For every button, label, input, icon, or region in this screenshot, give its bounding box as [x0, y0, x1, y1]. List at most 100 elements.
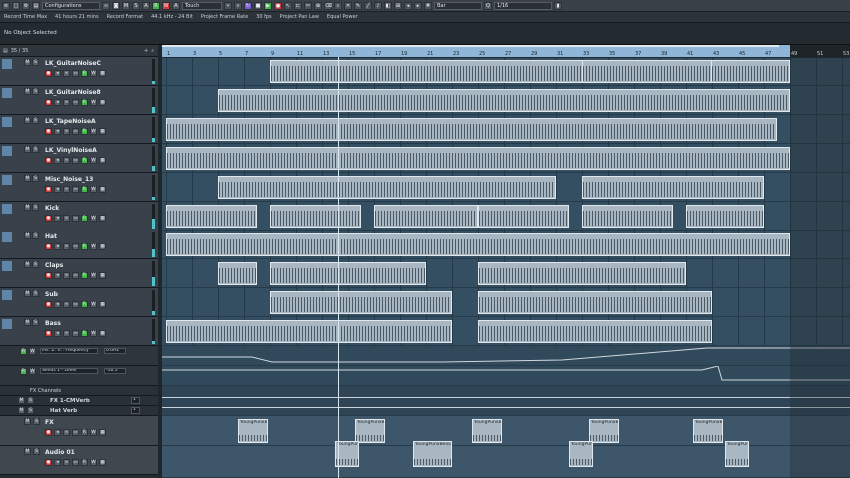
read-automation-button[interactable]: R — [81, 70, 88, 77]
record-enable-button[interactable]: ● — [45, 429, 52, 436]
track-select-handle[interactable] — [2, 319, 12, 329]
mute-button[interactable]: M — [24, 319, 31, 326]
audio-event[interactable] — [374, 205, 478, 228]
layout-icon[interactable]: ▤ — [32, 1, 40, 10]
edit-channel-button[interactable]: ▦ — [99, 301, 106, 308]
mute-button[interactable]: M — [24, 261, 31, 268]
project-cursor[interactable] — [338, 57, 339, 478]
link-icon[interactable]: ∞ — [63, 128, 70, 135]
read-automation-button[interactable]: R — [20, 368, 27, 375]
write-automation-button[interactable]: W — [90, 186, 97, 193]
write-automation-button[interactable]: W — [90, 243, 97, 250]
lock-icon[interactable]: ▭ — [72, 459, 79, 466]
nudge-icon[interactable]: ◂ — [404, 1, 412, 10]
track-name[interactable]: Audio 01 — [45, 449, 75, 456]
track-name[interactable]: LK_VinylNoiseA — [45, 147, 97, 154]
write-automation-button[interactable]: W — [90, 128, 97, 135]
solo-button[interactable]: S — [32, 232, 39, 239]
monitor-button[interactable]: ◂ — [54, 272, 61, 279]
audio-event[interactable] — [582, 176, 764, 199]
track-row[interactable]: M S Claps ● ◂ ∞ ▭ R W ▦ — [0, 259, 158, 288]
mute-button[interactable]: M — [24, 117, 31, 124]
track-row[interactable]: M S Misc_Noise_13 ● ◂ ∞ ▭ R W ▦ — [0, 173, 158, 202]
record-enable-button[interactable]: ● — [45, 243, 52, 250]
track-row[interactable]: M S Kick ● ◂ ∞ ▭ R W ▦ — [0, 202, 158, 231]
write-automation-button[interactable]: W — [90, 157, 97, 164]
gear-icon[interactable]: ⚙ — [22, 1, 30, 10]
track-row[interactable]: M S Hat ● ◂ ∞ ▭ R W ▦ — [0, 230, 158, 259]
window-icon[interactable]: □ — [12, 1, 20, 10]
search-icon[interactable]: ⌕ — [151, 48, 154, 54]
mute-button[interactable]: M — [24, 290, 31, 297]
fx-lanes[interactable] — [162, 386, 850, 416]
mute-button[interactable]: M — [24, 418, 31, 425]
track-name[interactable]: LK_TapeNoiseA — [45, 118, 96, 125]
write-automation-button[interactable]: W — [90, 272, 97, 279]
edit-channel-button[interactable]: ▦ — [99, 128, 106, 135]
mute-button[interactable]: M — [24, 88, 31, 95]
lock-icon[interactable]: ▭ — [72, 429, 79, 436]
read-button[interactable]: R — [152, 1, 160, 10]
link-icon[interactable]: ∞ — [63, 186, 70, 193]
mute-button[interactable]: M — [18, 407, 25, 414]
audio-event[interactable] — [218, 89, 790, 112]
speaker-tool-icon[interactable]: ♪ — [374, 1, 382, 10]
record-enable-button[interactable]: ● — [45, 128, 52, 135]
link-icon[interactable]: ∞ — [63, 459, 70, 466]
stop-icon[interactable]: ■ — [254, 1, 262, 10]
audio-event[interactable]: YoungPunxBeoow! — [725, 441, 749, 467]
record-enable-button[interactable]: ● — [45, 301, 52, 308]
rewind-icon[interactable]: « — [224, 1, 232, 10]
write-automation-button[interactable]: W — [90, 215, 97, 222]
read-automation-button[interactable]: R — [81, 459, 88, 466]
write-automation-button[interactable]: W — [90, 70, 97, 77]
automation-panel-button[interactable]: A — [172, 1, 180, 10]
solo-button[interactable]: S — [27, 407, 34, 414]
track-name[interactable]: FX — [45, 419, 54, 426]
add-track-icon[interactable]: + — [144, 48, 148, 54]
status-pan-law-value[interactable]: Equal Power — [327, 14, 358, 20]
record-enable-button[interactable]: ● — [45, 459, 52, 466]
glue-tool-icon[interactable]: ⊕ — [314, 1, 322, 10]
snap-toggle-icon[interactable]: ⊞ — [394, 1, 402, 10]
edit-channel-button[interactable]: ▦ — [99, 215, 106, 222]
audio-event[interactable] — [166, 118, 777, 141]
automation-parameter[interactable]: Ins. 2: V... Frequency — [40, 348, 98, 354]
solo-button[interactable]: S — [32, 59, 39, 66]
track-row[interactable]: M S LK_GuitarNoise8 ● ◂ ∞ ▭ R W ▦ — [0, 86, 158, 115]
link-icon[interactable]: ∞ — [63, 99, 70, 106]
edit-channel-button[interactable]: ▦ — [99, 330, 106, 337]
link-icon[interactable]: ∞ — [63, 243, 70, 250]
link-icon[interactable]: ∞ — [63, 157, 70, 164]
track-list-menu-icon[interactable]: ▤ — [3, 48, 8, 54]
monitor-button[interactable]: ◂ — [54, 429, 61, 436]
audio-event[interactable]: YoungPunxBeoow! — [413, 441, 452, 467]
solo-button[interactable]: S — [27, 397, 34, 404]
solo-button[interactable]: S — [32, 261, 39, 268]
audio-event[interactable] — [686, 205, 764, 228]
link-icon[interactable]: ∞ — [63, 301, 70, 308]
track-select-handle[interactable] — [2, 88, 12, 98]
fx-channel-row[interactable]: M S FX 1-CMVerb 1 — [0, 396, 158, 406]
edit-channel-button[interactable]: ▦ — [99, 272, 106, 279]
mute-button[interactable]: M — [24, 448, 31, 455]
track-row[interactable]: M S LK_GuitarNoiseC ● ◂ ∞ ▭ R W ▦ — [0, 57, 158, 86]
fx-channel-name[interactable]: Hat Verb — [50, 408, 77, 414]
monitor-button[interactable]: ◂ — [54, 157, 61, 164]
edit-channel-button[interactable]: ▦ — [99, 429, 106, 436]
lock-icon[interactable]: ▭ — [72, 301, 79, 308]
audio-event[interactable] — [270, 291, 452, 314]
track-name[interactable]: LK_GuitarNoise8 — [45, 89, 101, 96]
read-automation-button[interactable]: R — [20, 348, 27, 355]
color-swatch-icon[interactable]: ▮ — [554, 1, 562, 10]
range-tool-icon[interactable]: ⊏ — [294, 1, 302, 10]
fx-channel-value[interactable]: 1 — [131, 407, 140, 414]
track-select-handle[interactable] — [2, 146, 12, 156]
audio-event[interactable] — [478, 205, 569, 228]
track-name[interactable]: Kick — [45, 205, 59, 212]
track-row[interactable]: M S LK_TapeNoiseA ● ◂ ∞ ▭ R W ▦ — [0, 115, 158, 144]
monitor-button[interactable]: ◂ — [54, 301, 61, 308]
write-automation-button[interactable]: W — [90, 301, 97, 308]
menu-icon[interactable]: ≡ — [2, 1, 10, 10]
read-automation-button[interactable]: R — [81, 330, 88, 337]
